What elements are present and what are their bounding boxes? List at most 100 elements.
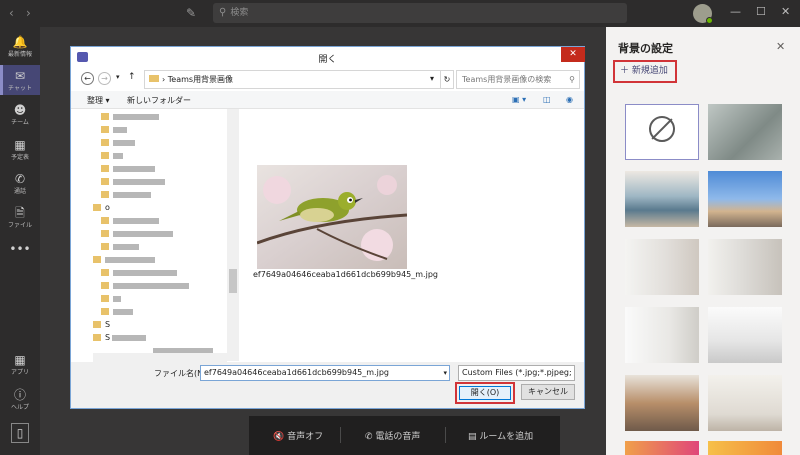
divider (445, 427, 446, 443)
tree-folder[interactable] (101, 151, 123, 160)
chevron-left-icon[interactable]: ‹ (9, 6, 14, 20)
rail-item-device[interactable]: ▯ (0, 423, 40, 451)
background-thumbnail[interactable] (625, 171, 699, 227)
path-breadcrumb[interactable]: › Teams用背景画像 (144, 70, 454, 89)
background-thumbnail[interactable] (625, 239, 699, 295)
tree-scrollbar[interactable] (227, 109, 239, 361)
tree-folder[interactable]: S (93, 320, 110, 329)
tree-horizontal-scrollbar[interactable] (93, 353, 227, 362)
dialog-title: 開く (318, 55, 337, 65)
tree-folder[interactable] (93, 255, 155, 264)
filename-value: ef7649a04646ceaba1d661dcb699b945_m.jpg (204, 368, 389, 377)
rail-item-calendar[interactable]: ▦ 予定表 (0, 138, 40, 166)
new-folder-button[interactable]: 新しいフォルダー (127, 95, 191, 106)
scrollbar-thumb[interactable] (229, 269, 237, 293)
rail-item-activity[interactable]: 🔔 最新情報 (0, 35, 40, 63)
room-icon: ▤ (468, 432, 477, 442)
background-thumbnail[interactable] (708, 171, 782, 227)
tree-folder[interactable] (101, 125, 127, 134)
avatar[interactable] (693, 4, 713, 24)
add-room-button[interactable]: ▤ ルームを追加 (468, 429, 533, 442)
blurred-label (113, 243, 139, 250)
add-new-label: 新規追加 (631, 66, 668, 76)
minimize-icon[interactable]: — (730, 5, 741, 18)
rail-item-help[interactable]: ⓘ ヘルプ (0, 388, 40, 416)
preview-pane-icon[interactable]: ◫ (543, 95, 551, 104)
folder-icon (101, 282, 109, 289)
search-input[interactable]: ⚲ 検索 (213, 3, 627, 23)
folder-icon (93, 321, 101, 328)
rail-item-teams[interactable]: ☻ チーム (0, 103, 40, 131)
tree-folder[interactable] (101, 177, 165, 186)
dialog-search-input[interactable]: Teams用背景画像の検索 ⚲ (456, 70, 580, 89)
tree-folder[interactable] (101, 229, 173, 238)
open-button[interactable]: 開く(O) (459, 386, 511, 400)
rail-item-apps[interactable]: ▦ アプリ (0, 353, 40, 381)
tree-folder[interactable] (101, 138, 135, 147)
maximize-icon[interactable]: ☐ (756, 5, 766, 18)
background-thumbnail[interactable] (625, 375, 699, 431)
address-bar: ← → ▾ ↑ › Teams用背景画像 ▾ ↻ Teams用背景画像の検索 ⚲ (81, 69, 580, 90)
tree-folder[interactable] (101, 268, 177, 277)
background-thumbnail[interactable] (708, 307, 782, 363)
app-rail: 🔔 最新情報 ✉ チャット ☻ チーム ▦ 予定表 ✆ 通話 🗎 ファイル ••• ▦ アプリ… (0, 27, 40, 455)
close-icon[interactable]: ✕ (561, 47, 585, 62)
tree-folder[interactable] (101, 112, 159, 121)
blurred-label (113, 282, 189, 289)
blurred-label (113, 308, 133, 315)
refresh-icon[interactable]: ↻ (440, 70, 454, 89)
add-new-button[interactable]: ＋ 新規追加 (613, 60, 677, 83)
tree-folder[interactable]: S (93, 333, 147, 342)
cancel-button[interactable]: キャンセル (521, 384, 575, 400)
organize-button[interactable]: 整理 ▾ (87, 95, 110, 106)
mute-button[interactable]: 🔇 音声オフ (273, 429, 323, 442)
tree-folder[interactable] (101, 294, 121, 303)
blurred-label (113, 126, 127, 133)
file-thumbnail[interactable] (257, 165, 407, 269)
background-thumbnail[interactable] (625, 307, 699, 363)
back-icon[interactable]: ← (81, 72, 94, 85)
rail-item-more[interactable]: ••• (0, 242, 40, 260)
plus-icon: ＋ (620, 66, 630, 76)
blurred-label (113, 191, 151, 198)
blurred-label (113, 113, 159, 120)
background-blur[interactable] (708, 104, 782, 160)
background-thumbnail[interactable] (708, 239, 782, 295)
close-icon[interactable]: ✕ (776, 40, 785, 53)
presence-badge (706, 17, 713, 24)
rail-item-files[interactable]: 🗎 ファイル (0, 206, 40, 234)
chevron-down-icon[interactable]: ▾ (425, 70, 439, 89)
folder-icon (101, 243, 109, 250)
background-thumbnail[interactable] (708, 441, 782, 455)
tree-folder[interactable] (101, 164, 155, 173)
rail-item-chat[interactable]: ✉ チャット (0, 65, 40, 95)
view-options-icon[interactable]: ▣ ▾ (512, 95, 526, 104)
tree-folder[interactable] (101, 281, 189, 290)
rail-item-calls[interactable]: ✆ 通話 (0, 172, 40, 200)
filename-field[interactable]: ef7649a04646ceaba1d661dcb699b945_m.jpg ▾ (200, 365, 450, 381)
compose-icon[interactable]: ✎ (186, 6, 196, 20)
chevron-right-icon[interactable]: › (26, 6, 31, 20)
phone-audio-button[interactable]: ✆ 電話の音声 (365, 429, 420, 442)
help-icon: ⓘ (13, 388, 26, 402)
tree-folder[interactable] (101, 190, 151, 199)
tree-folder[interactable] (101, 216, 159, 225)
background-thumbnail[interactable] (625, 441, 699, 455)
close-icon[interactable]: ✕ (781, 5, 790, 18)
tree-folder[interactable]: o (93, 203, 110, 212)
up-arrow-icon[interactable]: ↑ (128, 72, 136, 82)
file-type-select[interactable]: Custom Files (*.jpg;*.pjpeg; (458, 365, 575, 381)
chevron-down-icon[interactable]: ▾ (443, 366, 447, 380)
background-none[interactable] (625, 104, 699, 160)
background-thumbnail[interactable] (708, 375, 782, 431)
forward-icon[interactable]: → (98, 72, 111, 85)
open-button-highlight: 開く(O) (455, 382, 515, 404)
blurred-label (105, 256, 155, 263)
blurred-label (113, 165, 155, 172)
tree-folder[interactable] (101, 242, 139, 251)
help-icon[interactable]: ◉ (566, 95, 573, 104)
tree-folder-label: S (105, 333, 111, 342)
chevron-down-icon[interactable]: ▾ (116, 73, 120, 81)
folder-icon (101, 152, 109, 159)
tree-folder[interactable] (101, 307, 133, 316)
